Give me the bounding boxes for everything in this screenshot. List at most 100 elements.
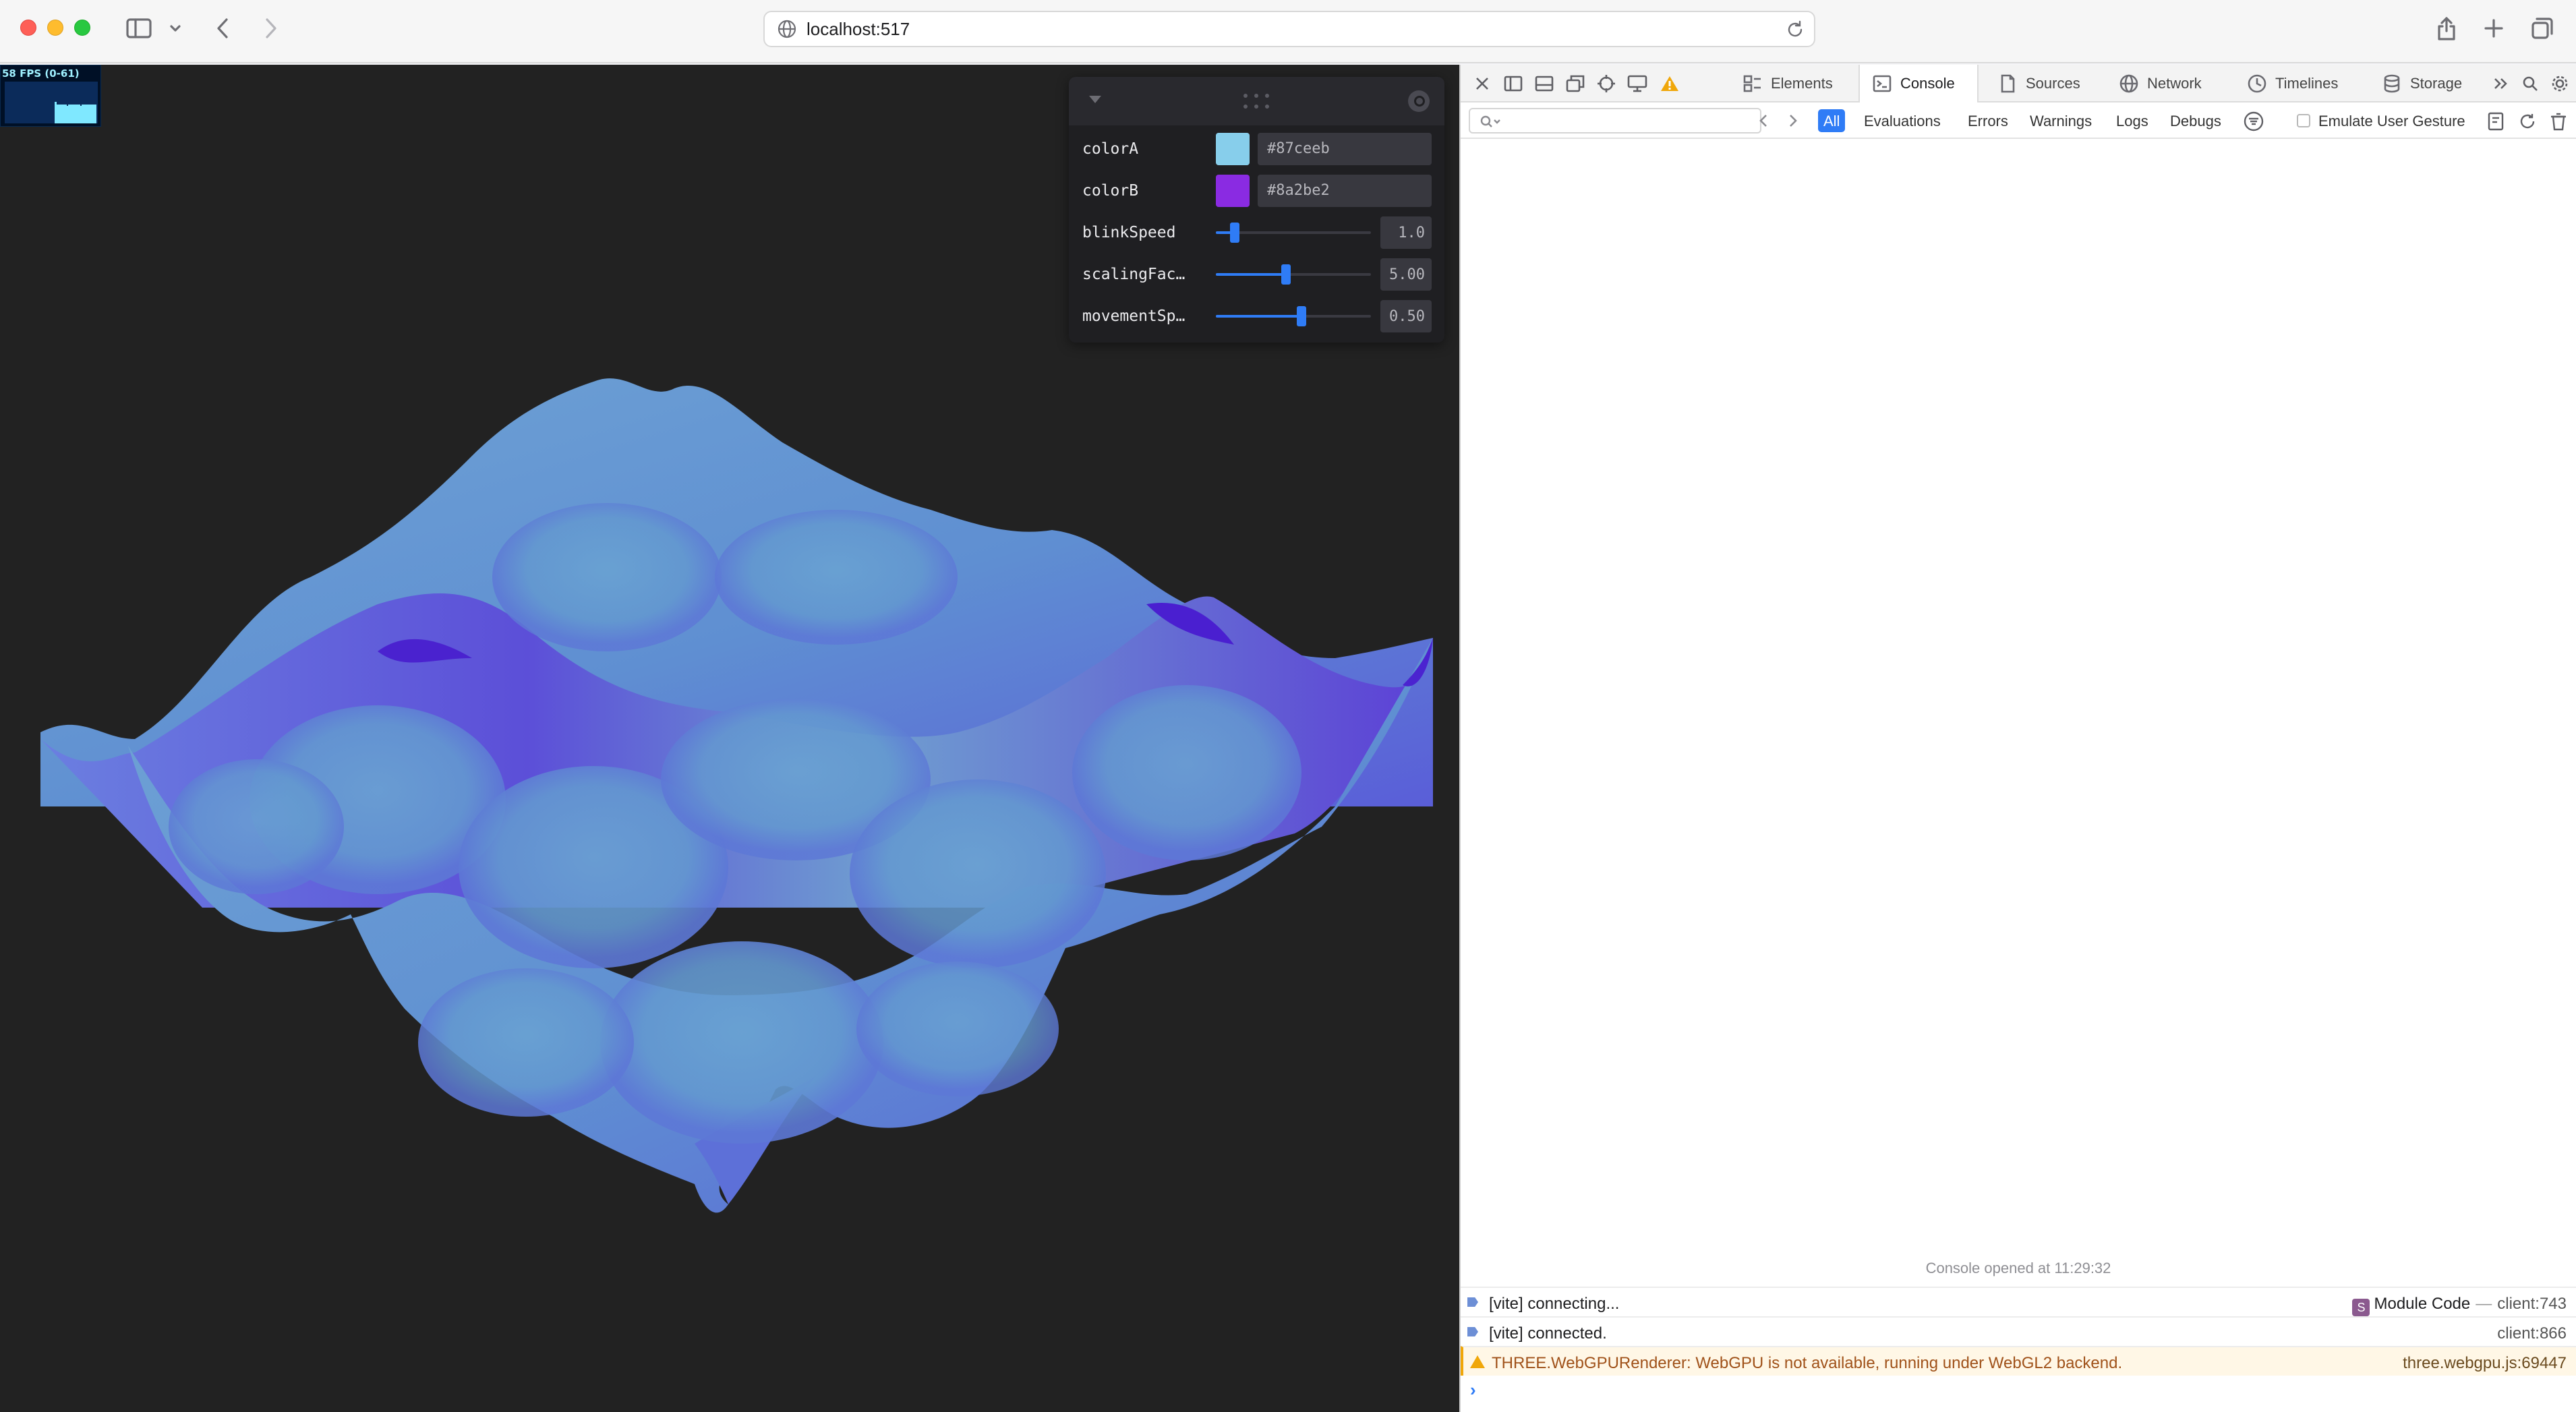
movementSpeed-value[interactable]: 0.50 xyxy=(1380,300,1432,332)
tab-label: Sources xyxy=(2026,75,2080,92)
tab-sources[interactable]: Sources xyxy=(1984,65,2103,102)
search-icon[interactable] xyxy=(2518,71,2542,96)
slider-handle[interactable] xyxy=(1297,306,1306,326)
close-inspector-icon[interactable] xyxy=(1470,71,1494,96)
timelines-icon xyxy=(2247,73,2267,94)
sidebar-icon[interactable] xyxy=(124,13,154,43)
element-picker-icon[interactable] xyxy=(1594,71,1618,96)
storage-icon xyxy=(2382,73,2402,94)
dock-left-icon[interactable] xyxy=(1501,71,1525,96)
gui-row-scalingFactor: scalingFac… 5.00 xyxy=(1069,256,1444,293)
tab-console[interactable]: Console xyxy=(1858,65,1979,102)
level-errors[interactable]: Errors xyxy=(1962,109,2014,132)
scalingFactor-slider[interactable] xyxy=(1216,259,1371,290)
elements-icon xyxy=(1743,73,1763,94)
fps-readout: 58 FPS (0-61) xyxy=(2,67,80,80)
tab-label: Timelines xyxy=(2275,75,2339,92)
clear-console-icon[interactable] xyxy=(2548,111,2569,132)
zoom-window-button[interactable] xyxy=(74,20,90,36)
globe-icon xyxy=(778,20,796,38)
gear-icon[interactable] xyxy=(2548,71,2572,96)
gui-row-colorB: colorB #8a2be2 xyxy=(1069,173,1444,209)
console-message-source[interactable]: client:866 xyxy=(2497,1324,2567,1343)
hex-input-colorA[interactable]: #87ceeb xyxy=(1258,133,1432,165)
plus-icon[interactable] xyxy=(2479,13,2509,43)
tab-timelines[interactable]: Timelines xyxy=(2233,65,2366,102)
fps-stats-panel[interactable]: 58 FPS (0-61) xyxy=(0,65,101,127)
network-icon xyxy=(2119,73,2139,94)
warning-icon[interactable] xyxy=(1658,71,1682,96)
reload-icon[interactable] xyxy=(1784,19,1806,40)
console-message-text: [vite] connected. xyxy=(1489,1324,1607,1343)
level-warnings[interactable]: Warnings xyxy=(2024,109,2097,132)
forward-icon[interactable] xyxy=(258,13,285,43)
dock-bottom-icon[interactable] xyxy=(1532,71,1556,96)
console-filter-bar: All Evaluations Errors Warnings Logs Deb… xyxy=(1461,102,2576,139)
collapse-caret-icon[interactable] xyxy=(1089,96,1101,103)
address-bar[interactable]: localhost:517 xyxy=(763,11,1815,47)
minimize-window-button[interactable] xyxy=(47,20,63,36)
warning-icon xyxy=(1470,1355,1485,1368)
preserve-log-icon[interactable] xyxy=(2486,111,2507,132)
device-settings-icon[interactable] xyxy=(1625,71,1649,96)
console-message-text: THREE.WebGPURenderer: WebGPU is not avai… xyxy=(1492,1354,2123,1372)
tab-label: Network xyxy=(2147,75,2202,92)
level-debugs[interactable]: Debugs xyxy=(2165,109,2227,132)
log-icon xyxy=(1467,1327,1478,1336)
movementSpeed-slider[interactable] xyxy=(1216,301,1371,332)
gui-label: scalingFac… xyxy=(1082,266,1185,283)
console-prompt[interactable]: › xyxy=(1470,1380,1476,1401)
more-tabs-icon[interactable] xyxy=(2488,71,2513,96)
console-message-source[interactable]: S Module Code — client:743 xyxy=(2352,1295,2567,1316)
console-opened-message: Console opened at 11:29:32 xyxy=(1925,1260,2111,1276)
gui-label: movementSp… xyxy=(1082,307,1185,325)
blinkSpeed-slider[interactable] xyxy=(1216,217,1371,248)
tab-label: Console xyxy=(1900,75,1955,92)
reload-icon[interactable] xyxy=(2517,111,2538,132)
chevron-down-icon[interactable] xyxy=(166,13,185,43)
console-warning-row[interactable]: THREE.WebGPURenderer: WebGPU is not avai… xyxy=(1461,1346,2576,1376)
tab-label: Storage xyxy=(2410,75,2463,92)
console-message-row[interactable]: [vite] connecting... S Module Code — client… xyxy=(1461,1287,2576,1316)
slider-handle[interactable] xyxy=(1281,264,1291,285)
gui-label: colorA xyxy=(1082,140,1139,158)
emulate-gesture-checkbox[interactable] xyxy=(2297,114,2310,127)
gui-label: blinkSpeed xyxy=(1082,224,1176,241)
webgl-canvas[interactable]: 58 FPS (0-61) colorA #87ceeb colorB #8a2 xyxy=(0,65,1459,1412)
color-swatch-colorB[interactable] xyxy=(1216,175,1250,207)
level-evaluations[interactable]: Evaluations xyxy=(1858,109,1946,132)
console-filter-input[interactable] xyxy=(1469,108,1761,134)
tab-storage[interactable]: Storage xyxy=(2368,65,2487,102)
filter-options-icon[interactable] xyxy=(2243,111,2264,132)
gui-row-movementSpeed: movementSp… 0.50 xyxy=(1069,298,1444,334)
gui-header[interactable] xyxy=(1069,77,1444,125)
detach-window-icon[interactable] xyxy=(1563,71,1587,96)
slider-handle[interactable] xyxy=(1230,223,1239,243)
hex-input-colorB[interactable]: #8a2be2 xyxy=(1258,175,1432,207)
drag-handle-icon[interactable] xyxy=(1241,92,1271,111)
lil-gui-panel: colorA #87ceeb colorB #8a2be2 blinkSpeed… xyxy=(1069,77,1444,343)
scalingFactor-value[interactable]: 5.00 xyxy=(1380,258,1432,291)
blinkSpeed-value[interactable]: 1.0 xyxy=(1380,216,1432,249)
share-icon[interactable] xyxy=(2432,13,2461,43)
tabs-icon[interactable] xyxy=(2527,13,2557,43)
gui-label: colorB xyxy=(1082,182,1139,200)
sources-icon xyxy=(1997,73,2018,94)
gui-row-blinkSpeed: blinkSpeed 1.0 xyxy=(1069,214,1444,251)
console-message-source[interactable]: three.webgpu.js:69447 xyxy=(2403,1354,2567,1373)
level-all[interactable]: All xyxy=(1818,109,1846,132)
next-result-icon[interactable] xyxy=(1782,109,1805,132)
level-logs[interactable]: Logs xyxy=(2111,109,2154,132)
gui-search-icon[interactable] xyxy=(1408,90,1430,112)
color-swatch-colorA[interactable] xyxy=(1216,133,1250,165)
console-message-row[interactable]: [vite] connected. client:866 xyxy=(1461,1316,2576,1346)
console-icon xyxy=(1872,73,1892,94)
fps-bars xyxy=(55,102,96,123)
tab-network[interactable]: Network xyxy=(2105,65,2231,102)
previous-result-icon[interactable] xyxy=(1752,109,1775,132)
close-window-button[interactable] xyxy=(20,20,36,36)
back-icon[interactable] xyxy=(209,13,236,43)
log-icon xyxy=(1467,1297,1478,1307)
console-message-text: [vite] connecting... xyxy=(1489,1295,1620,1313)
tab-elements[interactable]: Elements xyxy=(1729,65,1854,102)
